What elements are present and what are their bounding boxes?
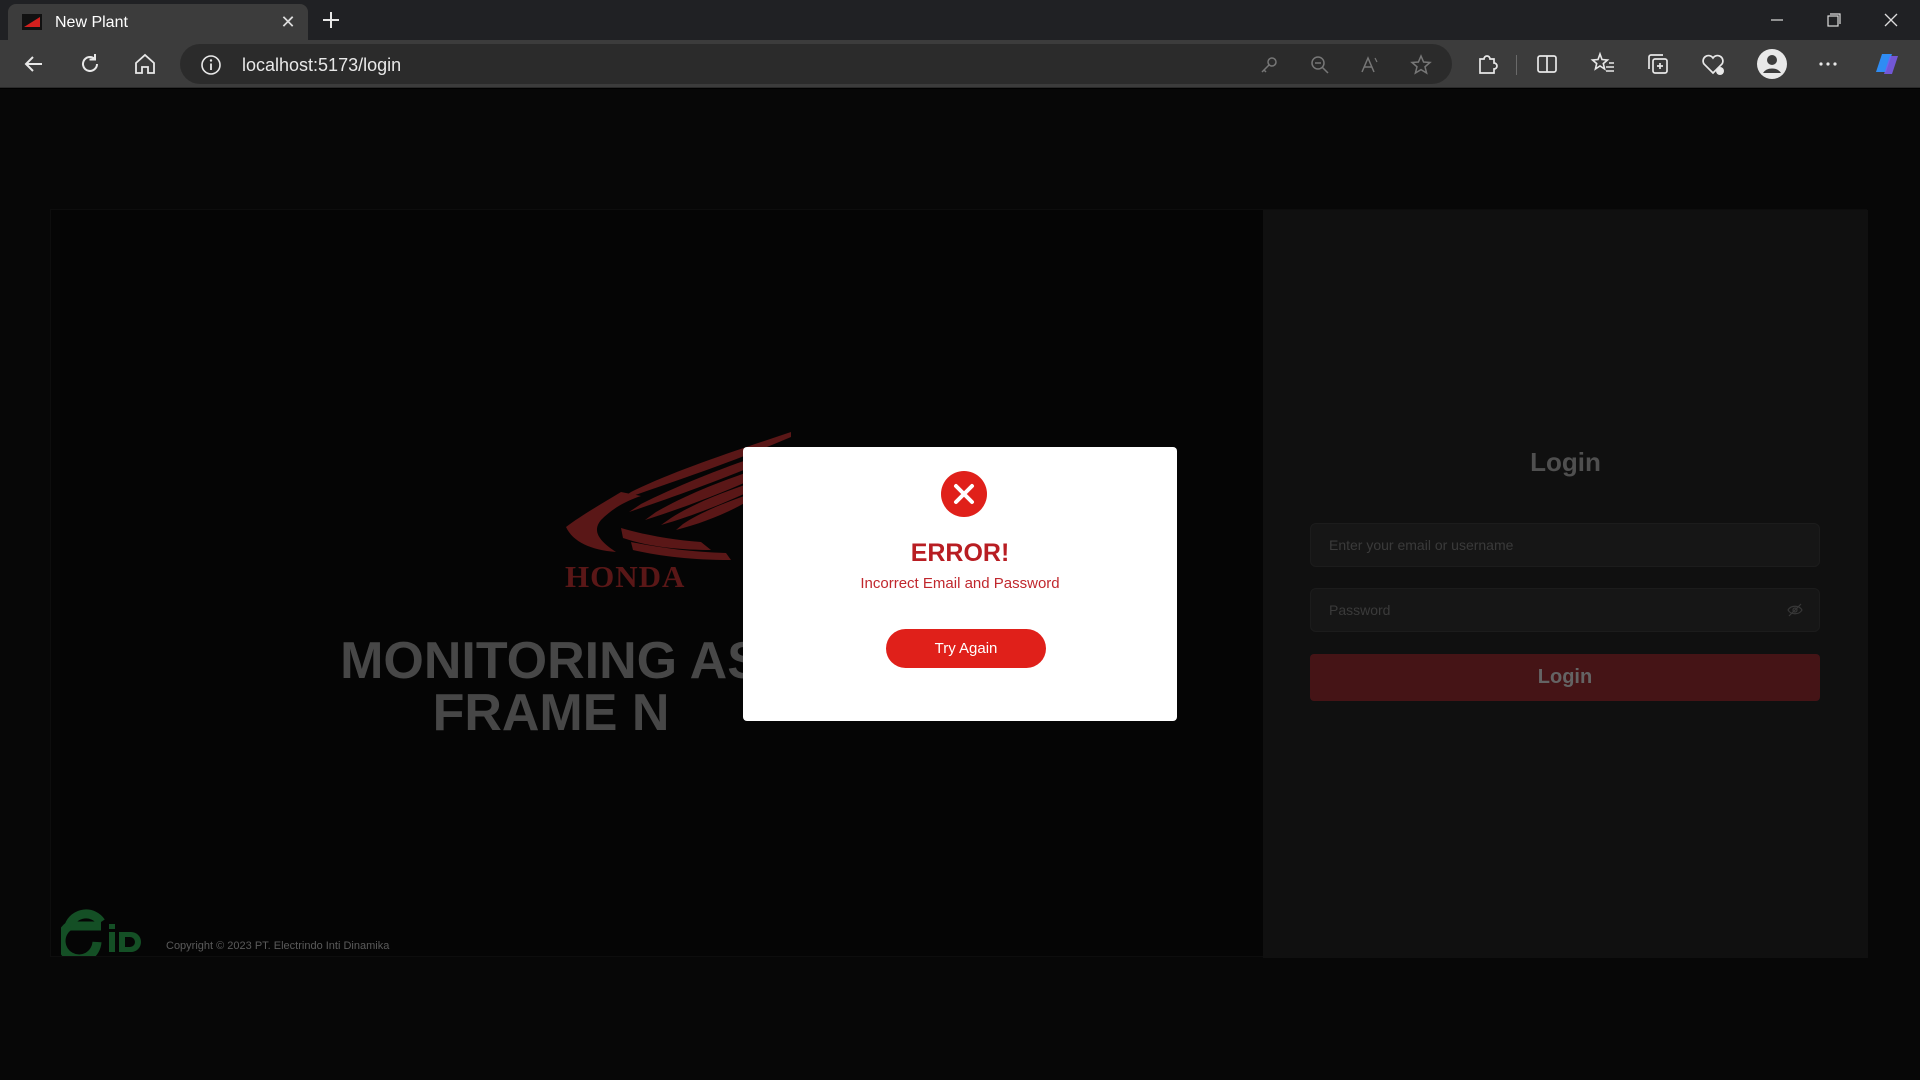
error-title: ERROR! <box>910 539 1010 567</box>
close-window-icon[interactable] <box>1876 6 1906 34</box>
favorites-icon[interactable] <box>1589 50 1617 78</box>
browser-tab[interactable]: New Plant ✕ <box>8 4 308 40</box>
error-x-icon <box>941 471 987 517</box>
browser-tabbar: New Plant ✕ <box>0 0 1920 40</box>
try-again-button[interactable]: Try Again <box>886 629 1046 668</box>
address-bar[interactable]: localhost:5173/login <box>180 44 1452 84</box>
tab-close-icon[interactable]: ✕ <box>278 12 298 32</box>
page: HONDA MONITORING AS FRAME N Copyright © … <box>0 89 1920 1080</box>
copilot-icon[interactable] <box>1870 48 1902 80</box>
more-options-icon[interactable] <box>1814 50 1842 78</box>
collections-icon[interactable] <box>1644 50 1672 78</box>
split-screen-icon[interactable] <box>1533 50 1561 78</box>
error-dialog: ERROR! Incorrect Email and Password Try … <box>743 447 1177 721</box>
back-arrow-icon[interactable] <box>20 50 48 78</box>
key-icon[interactable] <box>1258 54 1280 76</box>
honda-favicon-icon <box>22 14 42 30</box>
read-aloud-icon[interactable] <box>1359 54 1381 76</box>
minimize-icon[interactable] <box>1762 6 1792 34</box>
zoom-out-icon[interactable] <box>1309 54 1331 76</box>
new-tab-icon[interactable] <box>318 7 344 33</box>
extensions-icon[interactable] <box>1473 50 1501 78</box>
favorite-star-icon[interactable] <box>1409 53 1433 77</box>
reload-icon[interactable] <box>76 50 104 78</box>
browser-essentials-icon[interactable] <box>1699 50 1727 78</box>
profile-avatar-icon[interactable] <box>1755 47 1789 81</box>
site-info-icon[interactable] <box>200 54 222 76</box>
tab-title: New Plant <box>55 14 128 31</box>
url-text: localhost:5173/login <box>242 55 402 75</box>
restore-icon[interactable] <box>1818 6 1848 34</box>
browser-toolbar: localhost:5173/login <box>0 40 1920 88</box>
toolbar-separator <box>1516 55 1517 75</box>
error-message: Incorrect Email and Password <box>860 575 1060 592</box>
home-icon[interactable] <box>131 50 159 78</box>
